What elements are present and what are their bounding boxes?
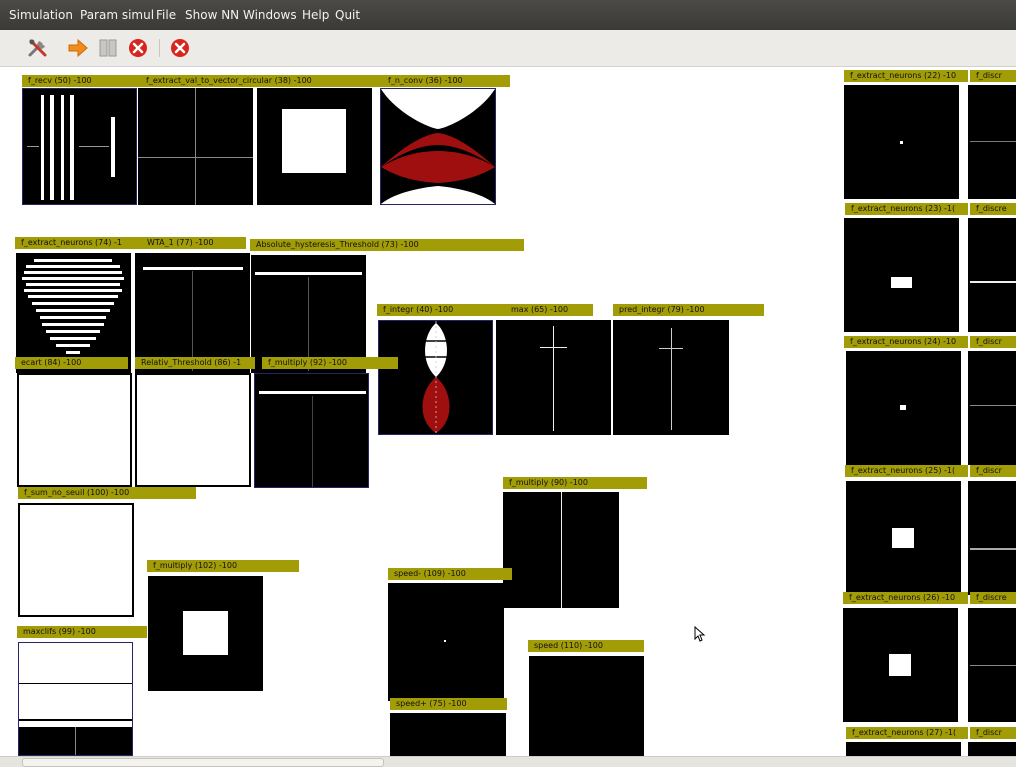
group-header[interactable]: WTA_1 (77) -100 — [141, 237, 246, 249]
group-header[interactable]: Absolute_hysteresis_Threshold (73) -100 — [250, 239, 524, 251]
group-header[interactable]: f_extract_neurons (74) -1 — [15, 237, 143, 249]
menu-bar: Simulation Param simul File Show NN Wind… — [0, 0, 1016, 30]
group-header[interactable]: maxclifs (99) -100 — [17, 626, 147, 638]
mouse-cursor-icon — [694, 626, 706, 642]
neuron-display[interactable] — [380, 88, 496, 205]
neuron-display[interactable] — [846, 481, 961, 595]
neuron-display[interactable] — [844, 218, 959, 332]
run-button[interactable] — [67, 37, 89, 59]
pause-icon — [99, 39, 117, 57]
toolbar — [0, 30, 1016, 67]
neuron-display[interactable] — [968, 85, 1016, 199]
neuron-display[interactable] — [18, 503, 134, 617]
group-header[interactable]: f_discr — [970, 727, 1016, 739]
neuron-display[interactable] — [496, 320, 611, 435]
settings-button[interactable] — [27, 37, 49, 59]
neuron-display[interactable] — [390, 713, 506, 756]
group-header[interactable]: f_extract_neurons (26) -10 — [843, 592, 968, 604]
stop-icon — [129, 39, 147, 57]
group-header[interactable]: Relativ_Threshold (86) -1 — [135, 357, 255, 369]
group-header[interactable]: f_discr — [970, 465, 1016, 477]
group-header[interactable]: f_extract_neurons (23) -1( — [845, 203, 968, 215]
group-header[interactable]: pred_integr (79) -100 — [613, 304, 764, 316]
group-header[interactable]: f_discr — [970, 70, 1016, 82]
group-header[interactable]: f_multiply (102) -100 — [147, 560, 299, 572]
menu-file[interactable]: File — [156, 8, 176, 22]
menu-quit[interactable]: Quit — [335, 8, 360, 22]
group-header[interactable]: f_n_conv (36) -100 — [382, 75, 510, 87]
stop-button[interactable] — [127, 37, 149, 59]
neuron-display[interactable] — [503, 492, 619, 608]
group-header[interactable]: f_extract_neurons (27) -1( — [846, 727, 968, 739]
menu-simulation[interactable]: Simulation — [9, 8, 73, 22]
group-header[interactable]: f_extract_neurons (24) -10 — [844, 336, 968, 348]
group-header[interactable]: f_multiply (92) -100 — [262, 357, 398, 369]
play-arrow-icon — [68, 38, 88, 58]
group-header[interactable]: f_sum_no_seuil (100) -100 — [18, 487, 196, 499]
neuron-display[interactable] — [135, 253, 250, 373]
neuron-display[interactable] — [968, 218, 1016, 332]
quit-icon — [171, 39, 189, 57]
group-header[interactable]: f_discr — [970, 336, 1016, 348]
neuron-display[interactable] — [613, 320, 729, 435]
group-header[interactable]: f_multiply (90) -100 — [503, 477, 647, 489]
menu-help[interactable]: Help — [302, 8, 329, 22]
neuron-display[interactable] — [22, 88, 137, 205]
neuron-display[interactable] — [388, 583, 504, 701]
neuron-display[interactable] — [138, 88, 253, 205]
horizontal-scrollbar[interactable] — [0, 756, 1016, 767]
settings-icon — [28, 39, 47, 57]
neuron-display[interactable] — [846, 351, 961, 465]
neuron-display[interactable] — [846, 742, 961, 756]
group-header[interactable]: speed+ (75) -100 — [390, 698, 507, 710]
menu-show-nn[interactable]: Show NN — [185, 8, 239, 22]
group-header[interactable]: f_extract_val_to_vector_circular (38) -1… — [140, 75, 384, 87]
neuron-display[interactable] — [529, 656, 644, 756]
neuron-display[interactable] — [148, 576, 263, 691]
group-header[interactable]: f_recv (50) -100 — [22, 75, 142, 87]
neuron-display[interactable] — [135, 373, 251, 487]
neuron-display[interactable] — [968, 742, 1016, 756]
convolution-plot — [381, 89, 495, 204]
group-header[interactable]: f_integr (40) -100 — [377, 304, 505, 316]
neuron-display[interactable] — [378, 320, 493, 435]
neuron-display[interactable] — [968, 608, 1016, 722]
neuron-display[interactable] — [251, 255, 366, 373]
neuron-display[interactable] — [18, 642, 133, 756]
neuron-display[interactable] — [16, 253, 131, 373]
neuron-display[interactable] — [844, 85, 959, 199]
menu-param-simul[interactable]: Param simul — [80, 8, 154, 22]
group-header[interactable]: f_discre — [970, 592, 1016, 604]
neuron-display[interactable] — [257, 88, 372, 205]
group-header[interactable]: max (65) -100 — [505, 304, 593, 316]
integrator-plot — [422, 321, 450, 434]
network-canvas[interactable]: f_recv (50) -100 f_extract_val_to_vector… — [0, 67, 1016, 756]
neuron-display[interactable] — [843, 608, 958, 722]
group-header[interactable]: speed- (109) -100 — [388, 568, 512, 580]
neuron-display[interactable] — [968, 481, 1016, 595]
group-header[interactable]: f_discre — [970, 203, 1016, 215]
toolbar-separator — [159, 39, 160, 57]
group-header[interactable]: f_extract_neurons (22) -10 — [844, 70, 968, 82]
neuron-display[interactable] — [254, 373, 369, 488]
group-header[interactable]: ecart (84) -100 — [15, 357, 128, 369]
pause-button[interactable] — [97, 37, 119, 59]
neuron-display[interactable] — [968, 351, 1016, 465]
group-header[interactable]: speed (110) -100 — [528, 640, 644, 652]
quit-button[interactable] — [169, 37, 191, 59]
neuron-display[interactable] — [17, 373, 132, 487]
group-header[interactable]: f_extract_neurons (25) -1( — [845, 465, 968, 477]
menu-windows[interactable]: Windows — [243, 8, 297, 22]
